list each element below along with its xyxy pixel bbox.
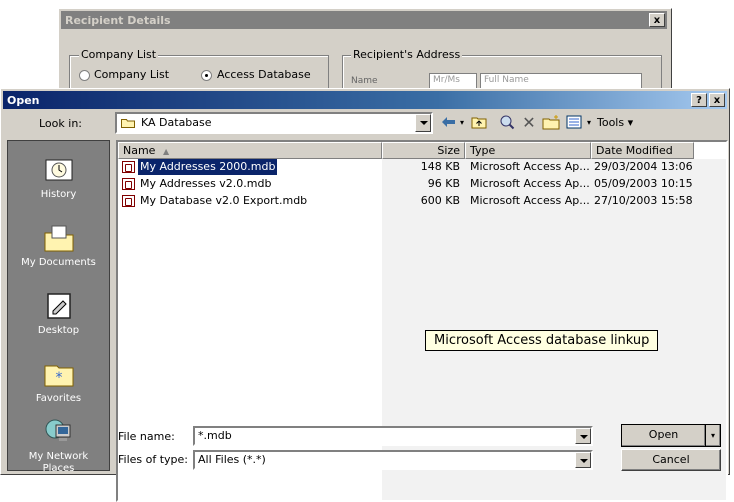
file-size: 96 KB xyxy=(427,177,460,190)
recipient-details-titlebar[interactable]: Recipient Details x xyxy=(61,11,667,29)
place-favorites-label: Favorites xyxy=(35,393,82,404)
place-history-label: History xyxy=(40,189,77,200)
file-row[interactable]: My Addresses v2.0.mdb 96 KB Microsoft Ac… xyxy=(120,176,694,192)
tooltip-annotation: Microsoft Access database linkup xyxy=(425,330,659,351)
file-date: 05/09/2003 10:15 xyxy=(594,177,693,190)
file-name-dropdown-button[interactable] xyxy=(575,428,591,444)
file-type-dropdown-button[interactable] xyxy=(575,452,591,468)
file-type-combo[interactable]: All Files (*.*) xyxy=(193,450,593,470)
file-name: My Addresses v2.0.mdb xyxy=(140,177,272,190)
folder-icon xyxy=(121,117,135,128)
file-name-value: *.mdb xyxy=(198,429,232,442)
access-file-icon xyxy=(122,178,135,190)
svg-text:*: * xyxy=(55,370,62,386)
file-date: 27/10/2003 15:58 xyxy=(594,194,693,207)
place-my-documents[interactable]: My Documents xyxy=(8,223,109,268)
column-header-type[interactable]: Type xyxy=(465,142,591,159)
file-size: 600 KB xyxy=(420,194,460,207)
place-desktop[interactable]: Desktop xyxy=(8,291,109,336)
company-list-radio-label: Company List xyxy=(94,68,170,81)
access-file-icon xyxy=(122,161,135,173)
file-type-value: All Files (*.*) xyxy=(198,453,266,466)
look-in-value: KA Database xyxy=(141,116,212,129)
file-name: My Addresses 2000.mdb xyxy=(138,159,278,175)
file-type: Microsoft Access Ap... xyxy=(470,160,590,173)
open-dialog-title: Open xyxy=(7,94,40,107)
open-button-label: Open xyxy=(648,428,679,441)
open-button[interactable]: Open xyxy=(621,424,706,447)
views-icon[interactable] xyxy=(564,113,584,131)
open-options-arrow-icon: ▾ xyxy=(710,431,715,440)
column-header-name[interactable]: Name ▲ xyxy=(118,142,382,159)
place-my-documents-label: My Documents xyxy=(21,257,96,268)
places-bar: History My Documents Desktop * Favorites… xyxy=(7,140,110,474)
company-list-radio[interactable] xyxy=(79,70,90,81)
file-row[interactable]: My Addresses 2000.mdb 148 KB Microsoft A… xyxy=(120,159,694,175)
file-date: 29/03/2004 13:06 xyxy=(594,160,693,173)
open-dialog: Open ? x Look in: KA Database ▾ ✕ ▾ Tool… xyxy=(0,88,730,502)
title-field[interactable]: Mr/Ms xyxy=(429,73,477,89)
new-folder-icon[interactable] xyxy=(541,113,561,131)
column-header-size[interactable]: Size xyxy=(382,142,465,159)
file-name-label: File name: xyxy=(118,430,175,443)
recipient-address-group-title: Recipient's Address xyxy=(351,48,463,61)
open-dialog-titlebar[interactable]: Open ? x xyxy=(3,91,727,109)
full-name-field[interactable]: Full Name xyxy=(480,73,642,89)
help-button[interactable]: ? xyxy=(691,93,707,107)
my-documents-icon xyxy=(43,223,75,253)
place-history[interactable]: History xyxy=(8,155,109,200)
column-header-date[interactable]: Date Modified xyxy=(591,142,694,159)
column-name-label: Name xyxy=(123,144,156,157)
company-list-group-title: Company List xyxy=(79,48,159,61)
look-in-combo[interactable]: KA Database xyxy=(115,112,433,134)
search-web-icon[interactable] xyxy=(497,113,517,131)
file-size: 148 KB xyxy=(420,160,460,173)
open-dialog-close-button[interactable]: x xyxy=(709,93,725,107)
file-type: Microsoft Access Ap... xyxy=(470,177,590,190)
look-in-label: Look in: xyxy=(39,117,82,130)
network-places-icon xyxy=(43,417,75,447)
file-row[interactable]: My Database v2.0 Export.mdb 600 KB Micro… xyxy=(120,193,694,209)
place-desktop-label: Desktop xyxy=(37,325,80,336)
file-name: My Database v2.0 Export.mdb xyxy=(140,194,308,207)
recipient-details-dialog: Recipient Details x Company List Company… xyxy=(58,8,672,101)
recipient-details-close-button[interactable]: x xyxy=(649,13,665,27)
file-type: Microsoft Access Ap... xyxy=(470,194,590,207)
cancel-button[interactable]: Cancel xyxy=(621,449,721,471)
access-database-radio[interactable] xyxy=(201,70,212,81)
back-dropdown-icon[interactable]: ▾ xyxy=(457,113,467,131)
sort-ascending-icon: ▲ xyxy=(162,147,170,156)
delete-icon[interactable]: ✕ xyxy=(519,113,539,132)
back-icon[interactable] xyxy=(439,113,459,131)
place-network-places-label: My Network Places xyxy=(28,451,89,474)
file-name-combo[interactable]: *.mdb xyxy=(193,426,593,446)
access-file-icon xyxy=(122,195,135,207)
recipient-details-title: Recipient Details xyxy=(65,14,171,27)
up-one-level-icon[interactable] xyxy=(469,113,489,131)
place-network-places[interactable]: My Network Places xyxy=(8,417,109,475)
file-type-label: Files of type: xyxy=(118,453,189,466)
views-dropdown-icon[interactable]: ▾ xyxy=(584,113,594,131)
tools-menu[interactable]: Tools ▾ xyxy=(597,116,633,129)
tools-label: Tools xyxy=(597,116,625,129)
look-in-dropdown-button[interactable] xyxy=(415,114,431,132)
file-list[interactable]: Name ▲ Size Type Date Modified My Addres… xyxy=(116,140,728,502)
open-options-dropdown[interactable]: ▾ xyxy=(706,424,721,447)
place-favorites[interactable]: * Favorites xyxy=(8,359,109,404)
name-label: Name xyxy=(351,76,378,86)
access-database-radio-label: Access Database xyxy=(217,68,311,81)
desktop-icon xyxy=(43,291,75,321)
favorites-icon: * xyxy=(43,359,75,389)
history-icon xyxy=(43,155,75,185)
